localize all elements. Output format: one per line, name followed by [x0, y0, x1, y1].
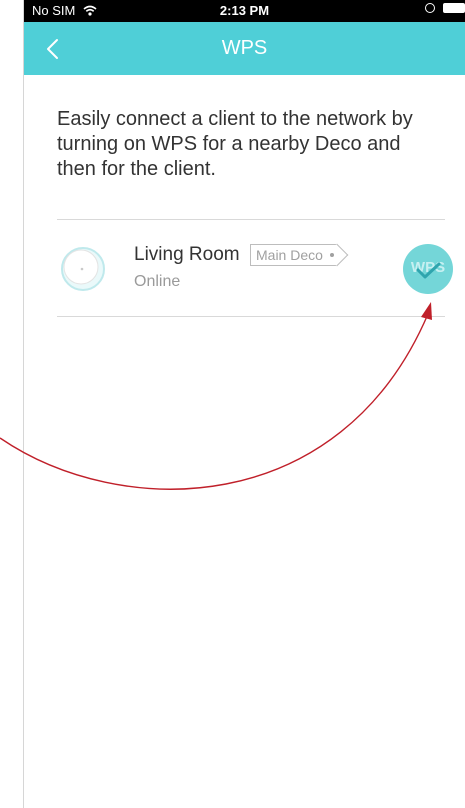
status-right [425, 3, 465, 13]
orientation-lock-icon [425, 3, 435, 13]
device-status: Online [134, 273, 181, 290]
device-row-living-room: Living Room Main Deco Online WPS [57, 220, 453, 316]
left-border [23, 0, 24, 808]
wps-button[interactable]: WPS [403, 244, 453, 294]
status-time: 2:13 PM [219, 3, 270, 18]
main-deco-tag: Main Deco [250, 243, 349, 267]
status-bar: No SIM 2:13 PM [24, 0, 465, 22]
divider-bottom [57, 316, 445, 317]
device-name: Living Room [134, 244, 240, 265]
checkmark-icon [416, 262, 441, 279]
page-title: WPS [221, 37, 268, 59]
wps-description: Easily connect a client to the network b… [57, 108, 413, 180]
tag-dot [329, 253, 334, 257]
deco-device-icon [57, 242, 109, 294]
battery-icon [443, 3, 465, 13]
main-deco-tag-label: Main Deco [256, 247, 323, 263]
app-header: No SIM 2:13 PM WPS [24, 0, 465, 75]
nav-bar: WPS [24, 22, 465, 75]
